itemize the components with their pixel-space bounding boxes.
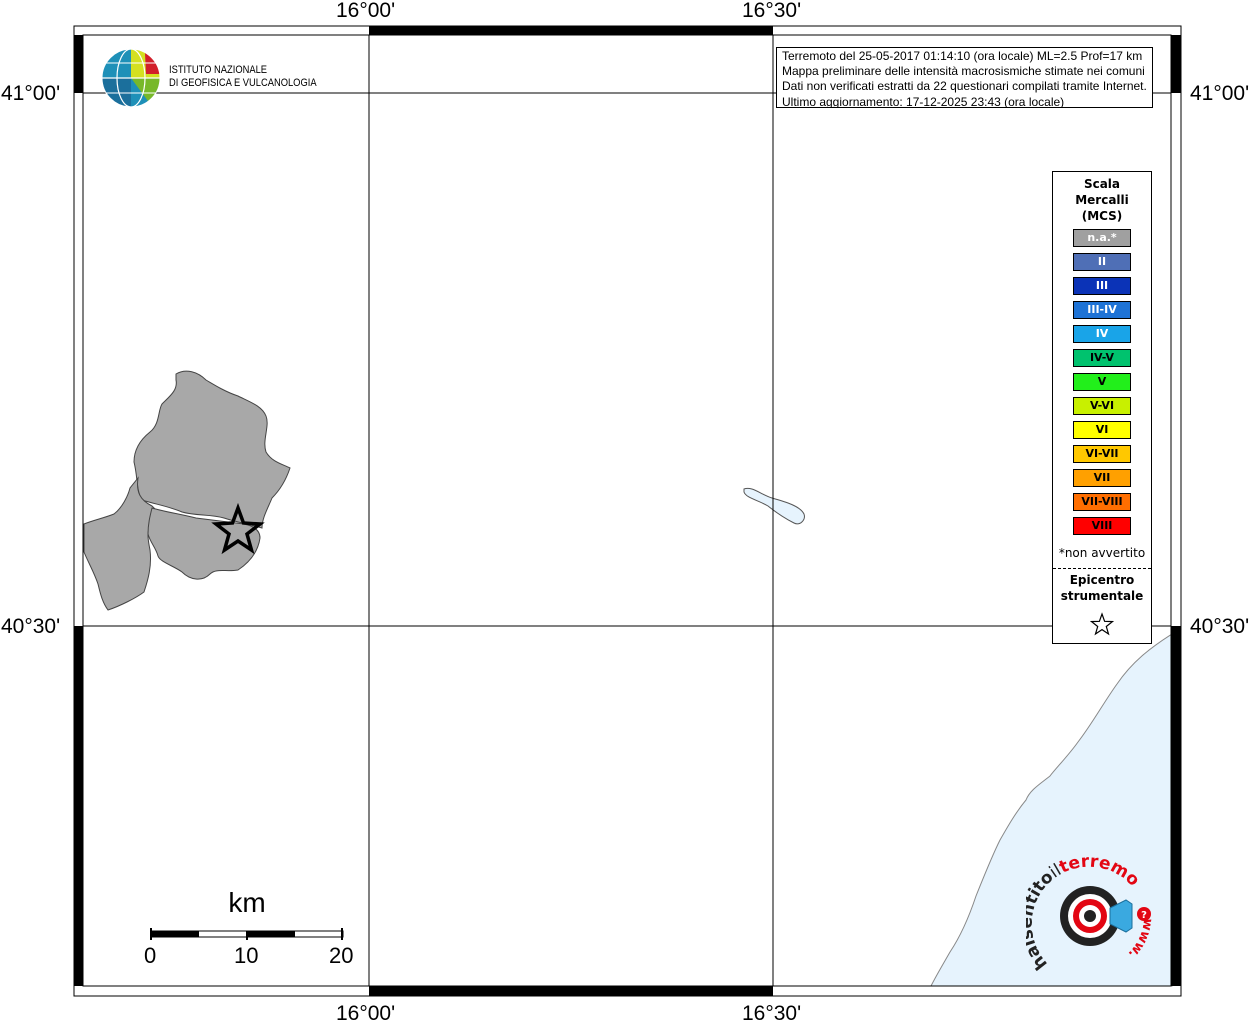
legend-item-iv: IV [1073,325,1131,343]
ingv-logo-line2: DI GEOFISICA E VULCANOLOGIA [169,77,317,89]
coord-right-40-30: 40°30' [1190,615,1250,638]
coord-right-41-00: 41°00' [1190,82,1250,105]
coord-left-40-30: 40°30' [1,615,61,638]
scale-tick-10: 10 [234,943,259,968]
legend-item-v: V [1073,373,1131,391]
legend-item-v-vi: V-VI [1073,397,1131,415]
ingv-logo-line1: ISTITUTO NAZIONALE [169,64,268,76]
legend-item-vii: VII [1073,469,1131,487]
coord-bottom-16-00: 16°00' [336,1002,396,1025]
legend-epicentre-line1: Epicentro [1069,573,1135,587]
legend-title-line1: Scala [1083,177,1121,191]
legend-title-line2: Mercalli [1075,193,1129,207]
legend-item-ii: II [1073,253,1131,271]
info-line-2: Mappa preliminare delle intensità macros… [782,64,1145,79]
municipality-north [133,370,291,529]
legend-title: Scala Mercalli (MCS) [1053,176,1151,224]
legend-item-iii: III [1073,277,1131,295]
lake [743,487,805,525]
ingv-logo-text: ISTITUTO NAZIONALE DI GEOFISICA E VULCAN… [169,64,317,90]
coord-bottom-16-30: 16°30' [742,1002,802,1025]
legend-star-icon [1089,612,1115,636]
event-info-box: Terremoto del 25-05-2017 01:14:10 (ora l… [776,47,1153,108]
legend-item-iv-v: IV-V [1073,349,1131,367]
legend-epicentre-line2: strumentale [1060,589,1144,603]
mcs-legend: Scala Mercalli (MCS) n.a.* II III III-IV IV I… [1052,171,1152,644]
info-line-3: Dati non verificati estratti da 22 quest… [782,79,1147,94]
legend-item-n-a: n.a.* [1073,229,1131,247]
legend-item-iii-iv: III-IV [1073,301,1131,319]
info-line-1: Terremoto del 25-05-2017 01:14:10 (ora l… [782,49,1143,63]
scale-tick-0: 0 [144,943,157,968]
coord-top-16-30: 16°30' [742,0,802,22]
legend-item-viii: VIII [1073,517,1131,535]
coord-top-16-00: 16°00' [336,0,396,22]
legend-item-vii-viii: VII-VIII [1073,493,1131,511]
legend-item-vi: VI [1073,421,1131,439]
scale-bar-title: km [228,887,266,918]
legend-note: *non avvertito [1058,546,1146,560]
legend-item-vi-vii: VI-VII [1073,445,1131,463]
legend-epicentre-label: Epicentro strumentale [1053,572,1151,604]
legend-separator [1053,568,1151,569]
legend-title-line3: (MCS) [1081,209,1123,223]
scale-bar [150,928,344,940]
ingv-globe-icon [101,48,161,108]
coord-left-41-00: 41°00' [1,82,61,105]
scale-tick-20: 20 [329,943,354,968]
watermark-text-1: haisentito [1026,867,1058,973]
info-line-4: Ultimo aggiornamento: 17-12-2025 23:43 (… [782,94,1065,108]
haisentito-logo-icon: ? haisentitoilterremoto.it www. [1026,856,1155,974]
